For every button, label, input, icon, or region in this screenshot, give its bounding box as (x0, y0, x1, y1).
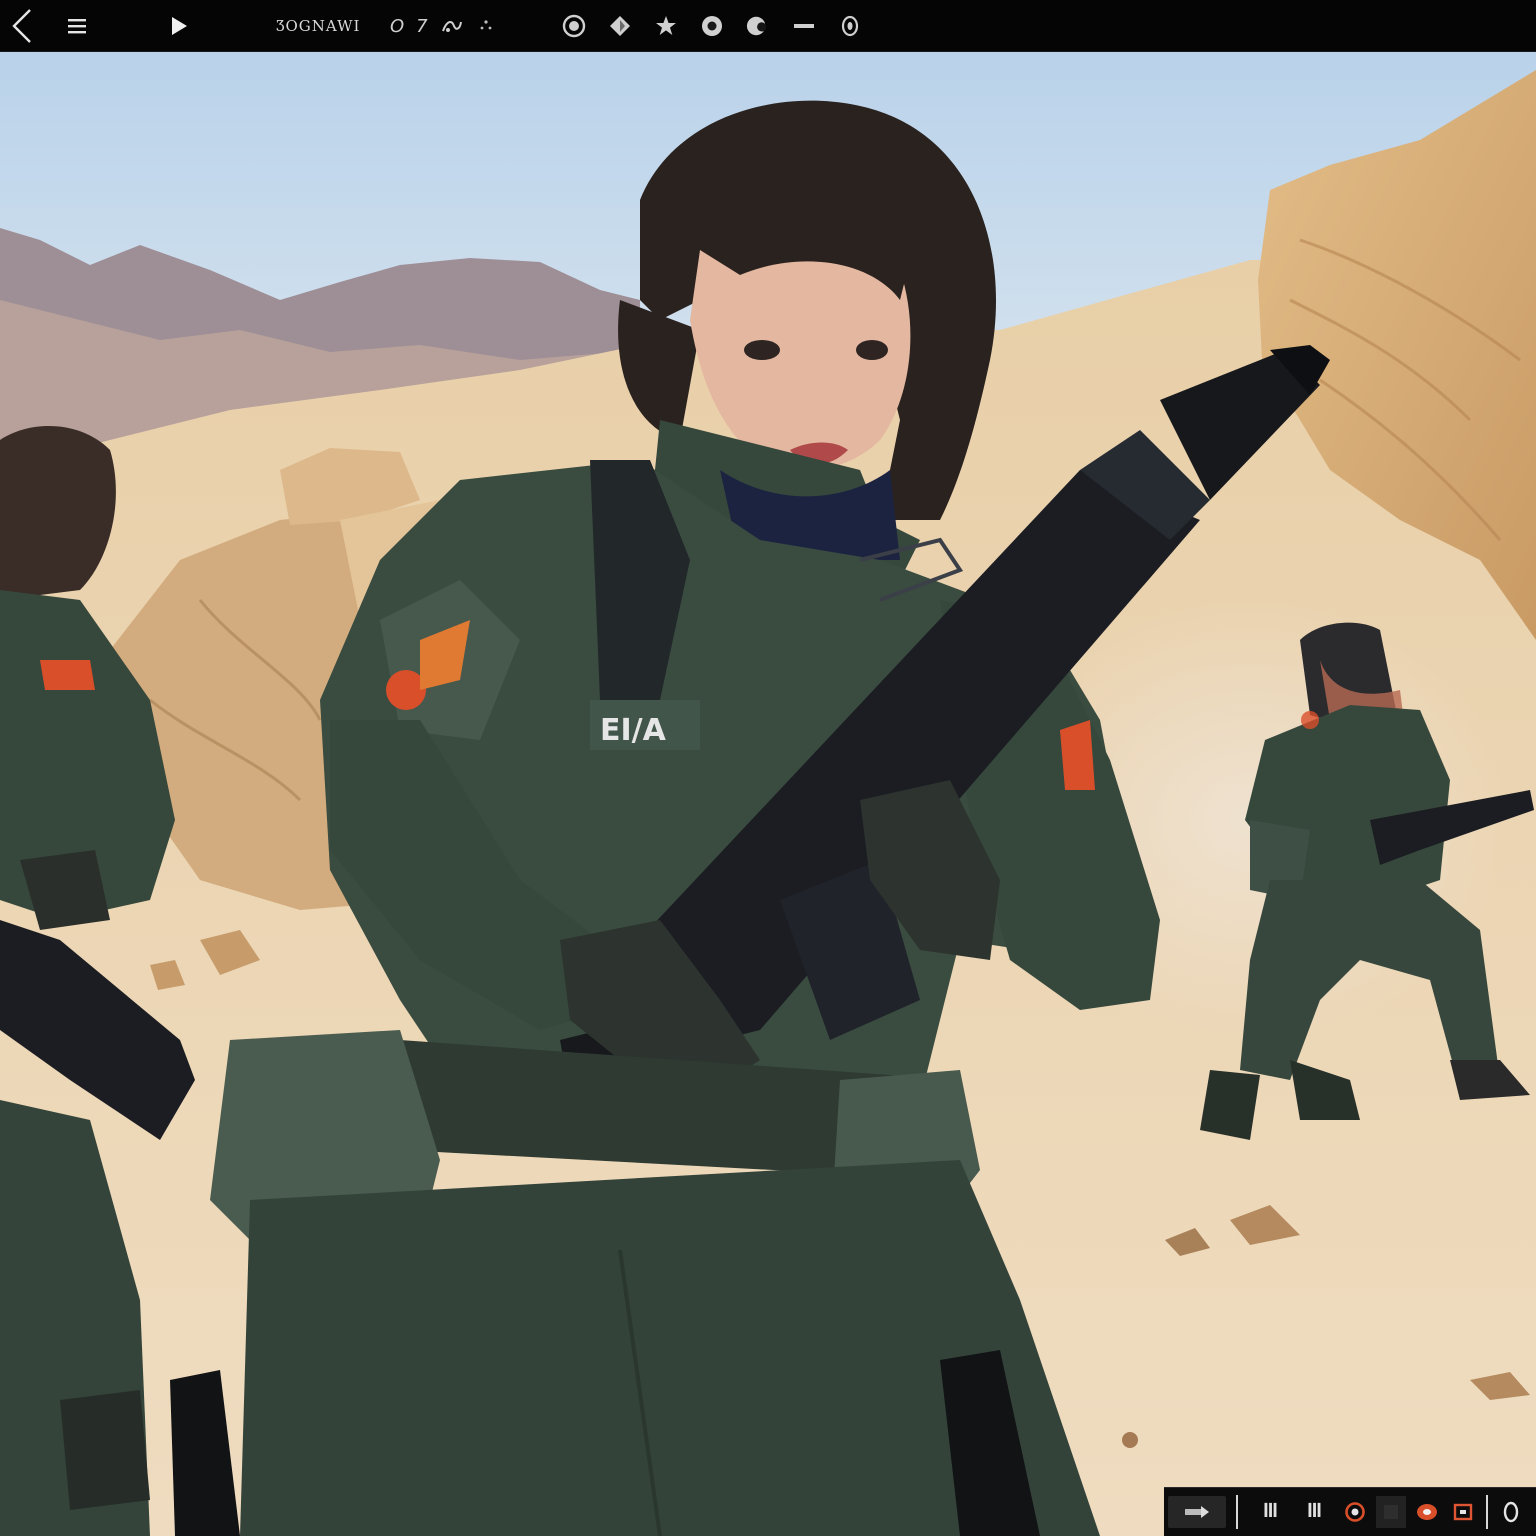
bottom-toolbar: ꟾꟾꟾ ꟾꟾꟾ (1164, 1487, 1536, 1536)
star-icon (656, 16, 676, 35)
target-button[interactable] (838, 14, 862, 38)
box-button[interactable] (1450, 1496, 1476, 1528)
record-alt-icon (1417, 1504, 1437, 1520)
sparkle-icon[interactable] (476, 16, 496, 36)
circle-outline-icon (1503, 1501, 1519, 1523)
circle-button-bottom[interactable] (1496, 1496, 1526, 1528)
back-button[interactable] (4, 0, 38, 52)
top-toolbar: ƷOGNAWI O 7 (0, 0, 1536, 52)
flag-button[interactable] (1168, 1496, 1226, 1528)
star-button[interactable] (654, 14, 678, 38)
mask-icon (746, 16, 767, 36)
grid-button-a[interactable]: ꟾꟾꟾ (1250, 1496, 1290, 1528)
record-button-alt[interactable] (1412, 1496, 1442, 1528)
record-icon (1345, 1502, 1365, 1522)
chest-patch-text: EI/A (600, 713, 667, 748)
circle-button[interactable] (700, 14, 724, 38)
square-icon (1384, 1505, 1398, 1519)
square-button[interactable] (1376, 1496, 1406, 1528)
scene-illustration: EI/A (0, 52, 1536, 1536)
play-icon (172, 17, 187, 35)
record-button[interactable] (562, 14, 586, 38)
dash-icon (794, 24, 814, 28)
back-icon (12, 9, 31, 43)
toolbar-glyph-seven: 7 (416, 15, 428, 37)
target-icon (841, 15, 859, 37)
box-icon (1453, 1503, 1473, 1521)
grid-label-a: ꟾꟾꟾ (1263, 1503, 1278, 1521)
toolbar-glyph-o: O (390, 15, 405, 37)
grid-button-b[interactable]: ꟾꟾꟾ (1294, 1496, 1334, 1528)
document-title: ƷOGNAWI (276, 17, 361, 35)
toolbar-divider-2 (1486, 1495, 1488, 1529)
grid-label-b: ꟾꟾꟾ (1307, 1503, 1322, 1521)
mask-button[interactable] (746, 14, 770, 38)
shape-icon (610, 16, 630, 36)
record-button-bottom[interactable] (1340, 1496, 1370, 1528)
flag-icon (1185, 1506, 1209, 1518)
toolbar-icon-group (562, 0, 884, 52)
play-button[interactable] (162, 0, 196, 52)
brush-icon[interactable] (440, 16, 464, 36)
record-icon (562, 14, 586, 38)
dash-button[interactable] (792, 14, 816, 38)
circle-icon (702, 16, 722, 36)
image-canvas[interactable]: EI/A (0, 52, 1536, 1536)
menu-button[interactable] (62, 0, 92, 52)
toolbar-glyphs: O 7 (390, 0, 496, 52)
shape-button[interactable] (608, 14, 632, 38)
toolbar-divider (1236, 1495, 1238, 1529)
menu-icon (68, 19, 86, 34)
